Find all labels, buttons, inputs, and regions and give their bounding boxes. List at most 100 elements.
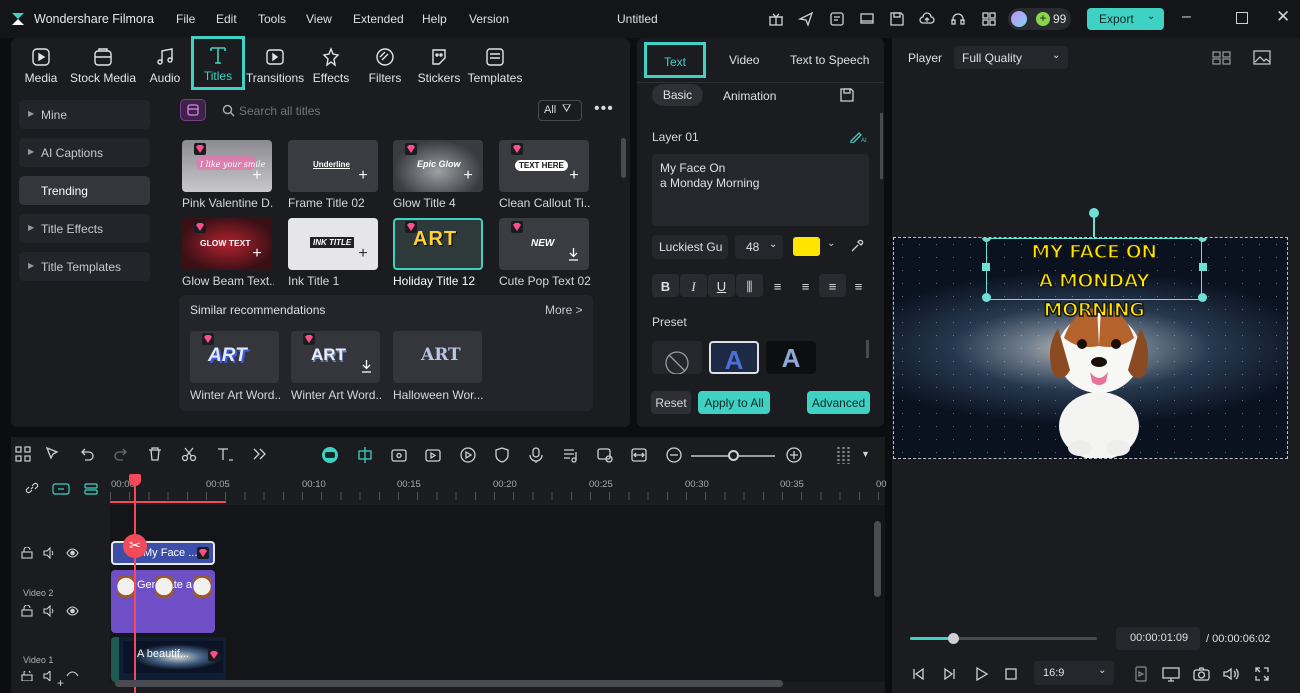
ai-clip-icon[interactable] [596, 446, 614, 464]
shield-mask-icon[interactable] [493, 446, 511, 464]
redo-icon[interactable] [113, 446, 131, 464]
quality-dropdown[interactable]: Full Quality ⌄ [954, 46, 1068, 69]
toolbar-stickers[interactable]: Stickers [409, 43, 469, 91]
subtab-basic[interactable]: Basic [652, 84, 703, 106]
sidebar-item-title-effects[interactable]: ▶ Title Effects [19, 214, 150, 243]
title-card[interactable]: Epic Glow + Glow Title 4 [393, 140, 485, 210]
layout-icon[interactable] [15, 446, 33, 464]
apps-grid-icon[interactable] [981, 11, 997, 27]
underline-button[interactable]: U [708, 274, 735, 297]
preset-style-1[interactable]: A [709, 341, 759, 375]
tab-text-to-speech[interactable]: Text to Speech [790, 53, 869, 67]
play-icon[interactable] [973, 666, 989, 682]
menu-edit[interactable]: Edit [216, 12, 237, 26]
fit-timeline-icon[interactable] [630, 446, 648, 464]
align-left-icon[interactable]: ≡ [764, 274, 791, 297]
chevron-down-icon[interactable]: ▼ [861, 449, 870, 459]
stop-icon[interactable] [1003, 666, 1019, 682]
progress-knob[interactable] [948, 633, 959, 644]
reset-button[interactable]: Reset [651, 391, 691, 414]
preset-scrollbar[interactable] [866, 340, 869, 358]
filter-dropdown[interactable]: All ⛛ [538, 100, 582, 121]
menu-extended[interactable]: Extended [353, 12, 404, 26]
sidebar-item-ai-captions[interactable]: ▶ AI Captions [19, 138, 150, 167]
title-card[interactable]: ART Holiday Title 12 [393, 218, 485, 288]
feedback-icon[interactable] [829, 11, 845, 27]
sidebar-item-trending[interactable]: Trending [19, 176, 150, 205]
add-icon[interactable]: + [249, 246, 265, 263]
add-icon[interactable]: + [355, 246, 371, 263]
cut-scissors-icon[interactable] [181, 446, 199, 464]
similar-card[interactable]: ART Halloween Wor... [393, 331, 485, 402]
toolbar-transitions[interactable]: Transitions [245, 43, 305, 91]
screen-recorder-icon[interactable] [424, 446, 442, 464]
download-icon[interactable] [567, 247, 580, 261]
chevron-down-icon[interactable]: ⌄ [827, 238, 835, 249]
select-pointer-icon[interactable] [45, 446, 63, 464]
camera-snapshot-icon[interactable] [1193, 666, 1210, 682]
zoom-slider-knob[interactable] [728, 450, 739, 461]
text-color-swatch[interactable] [793, 237, 820, 256]
video-1-clip[interactable]: A beautif... [111, 637, 226, 682]
toolbar-effects[interactable]: Effects [301, 43, 361, 91]
current-time-field[interactable]: 00:00:01:09 [1116, 627, 1200, 650]
library-scrollbar[interactable] [621, 138, 626, 178]
toolbar-templates[interactable]: Templates [463, 43, 527, 91]
resize-handle[interactable] [982, 293, 991, 302]
download-icon[interactable] [360, 359, 373, 373]
eyedropper-icon[interactable] [850, 239, 864, 253]
maximize-icon[interactable] [1236, 12, 1248, 24]
fullscreen-icon[interactable] [1254, 666, 1270, 682]
timeline-vertical-scrollbar[interactable] [874, 521, 881, 597]
more-tools-icon[interactable] [251, 446, 269, 464]
italic-button[interactable]: I [680, 274, 707, 297]
headset-icon[interactable] [950, 11, 966, 27]
snap-icon[interactable] [356, 446, 374, 464]
tab-video[interactable]: Video [729, 53, 759, 67]
add-icon[interactable]: + [566, 168, 582, 185]
snapshot-image-icon[interactable] [1253, 50, 1271, 65]
volume-icon[interactable] [1222, 666, 1239, 682]
toolbar-filters[interactable]: Filters [355, 43, 415, 91]
props-scrollbar[interactable] [880, 113, 883, 179]
save-preset-icon[interactable] [840, 88, 854, 102]
title-card[interactable]: NEW Cute Pop Text 02 [499, 218, 591, 288]
monitor-icon[interactable] [859, 11, 875, 27]
lock-icon[interactable] [21, 547, 33, 559]
preset-style-2[interactable]: A [766, 341, 816, 374]
tab-text[interactable]: Text [644, 42, 706, 78]
ai-title-button[interactable] [180, 99, 206, 121]
similar-card[interactable]: ART Winter Art Word... [190, 331, 282, 402]
search-input[interactable] [239, 101, 529, 121]
more-link[interactable]: More > [545, 303, 583, 317]
aspect-ratio-dropdown[interactable]: 16:9 ⌄ [1034, 661, 1114, 685]
resize-handle[interactable] [1198, 293, 1207, 302]
zoom-out-icon[interactable] [665, 446, 683, 464]
close-icon[interactable]: ✕ [1276, 7, 1290, 27]
track-manager-icon[interactable] [84, 482, 98, 496]
toolbar-stock-media[interactable]: Stock Media [69, 43, 137, 91]
lock-icon[interactable] [21, 605, 33, 617]
visibility-eye-icon[interactable] [66, 605, 79, 617]
toolbar-titles[interactable]: Titles [191, 36, 245, 90]
letter-spacing-icon[interactable]: ⫼ [736, 274, 763, 297]
bold-button[interactable]: B [652, 274, 679, 297]
toolbar-media[interactable]: Media [11, 43, 71, 91]
visibility-eye-icon[interactable] [66, 671, 79, 681]
mute-speaker-icon[interactable] [43, 547, 56, 559]
sidebar-item-mine[interactable]: ▶ Mine [19, 100, 150, 129]
mute-speaker-icon[interactable] [43, 671, 56, 681]
lock-icon[interactable] [21, 671, 33, 681]
video-caption[interactable]: MY FACE ON A MONDAY MORNING [990, 238, 1198, 325]
align-center-icon[interactable]: ≡ [819, 274, 846, 297]
more-options-icon[interactable]: ••• [594, 100, 614, 118]
ai-mate-icon[interactable] [321, 446, 339, 464]
auto-highlight-icon[interactable] [390, 446, 408, 464]
sidebar-item-title-templates[interactable]: ▶ Title Templates [19, 252, 150, 281]
playhead[interactable] [134, 475, 136, 693]
split-scissors-icon[interactable]: ✂ [123, 534, 147, 558]
menu-version[interactable]: Version [469, 12, 509, 26]
timeline-ruler[interactable]: 00:00 00:05 00:10 00:15 00:20 00:25 00:3… [110, 472, 887, 504]
similar-card[interactable]: ART Winter Art Word... [291, 331, 383, 402]
preset-none[interactable] [652, 341, 702, 374]
